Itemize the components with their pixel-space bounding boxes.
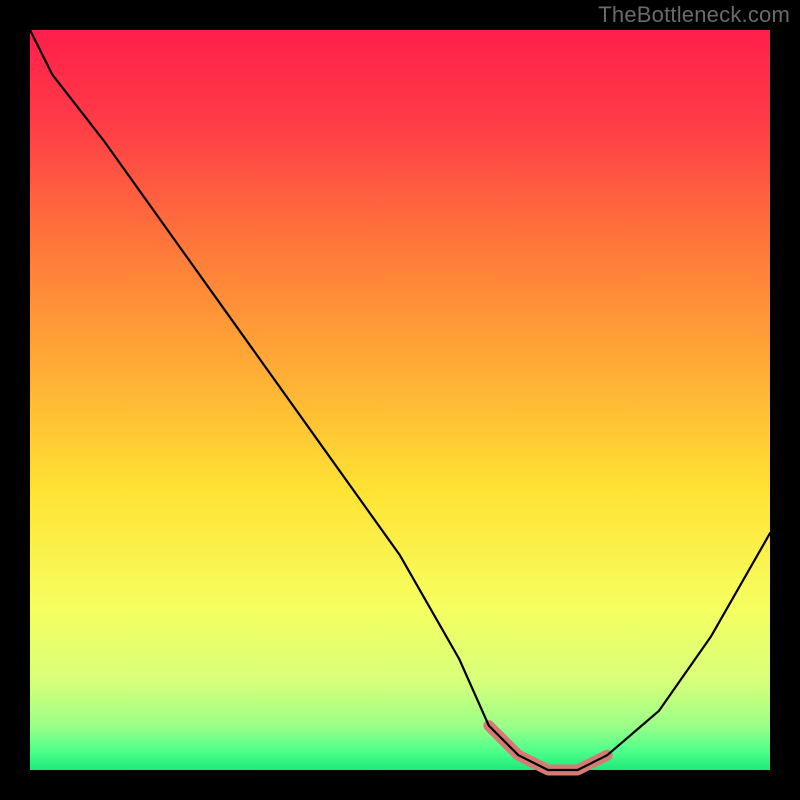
bottleneck-chart [0, 0, 800, 800]
chart-container: TheBottleneck.com [0, 0, 800, 800]
gradient-background [30, 30, 770, 770]
watermark-text: TheBottleneck.com [598, 2, 790, 28]
